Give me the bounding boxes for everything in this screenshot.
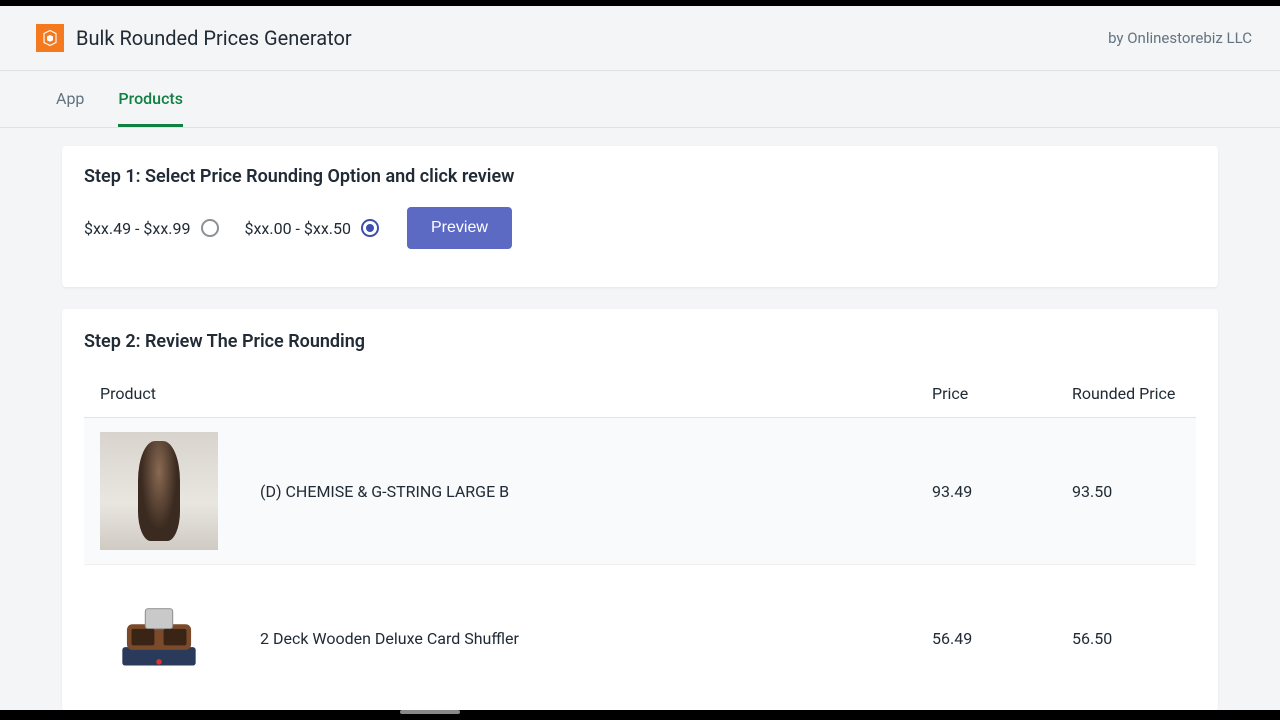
col-header-name-spacer bbox=[244, 372, 916, 418]
product-name: (D) CHEMISE & G-STRING LARGE B bbox=[244, 418, 916, 565]
tab-products[interactable]: Products bbox=[118, 71, 183, 127]
option-a-label: $xx.49 - $xx.99 bbox=[84, 219, 191, 238]
rounding-options-row: $xx.49 - $xx.99 $xx.00 - $xx.50 Preview bbox=[84, 207, 1196, 249]
main-content: Step 1: Select Price Rounding Option and… bbox=[0, 128, 1280, 711]
table-row[interactable]: 2 Deck Wooden Deluxe Card Shuffler 56.49… bbox=[84, 565, 1196, 712]
product-price: 93.49 bbox=[916, 418, 1056, 565]
preview-button[interactable]: Preview bbox=[407, 207, 512, 249]
scrollbar-horizontal-icon[interactable] bbox=[400, 710, 460, 714]
tab-app[interactable]: App bbox=[56, 71, 84, 127]
option-b-label: $xx.00 - $xx.50 bbox=[245, 219, 352, 238]
product-image-icon bbox=[100, 432, 218, 550]
product-name: 2 Deck Wooden Deluxe Card Shuffler bbox=[244, 565, 916, 712]
app-header: Bulk Rounded Prices Generator by Onlines… bbox=[0, 6, 1280, 71]
step2-title: Step 2: Review The Price Rounding bbox=[84, 331, 1196, 352]
col-header-price: Price bbox=[916, 372, 1056, 418]
step1-card: Step 1: Select Price Rounding Option and… bbox=[62, 146, 1218, 287]
app-logo-icon bbox=[36, 24, 64, 52]
col-header-rounded: Rounded Price bbox=[1056, 372, 1196, 418]
tab-bar: App Products bbox=[0, 71, 1280, 128]
product-thumb-cell bbox=[84, 418, 244, 565]
window-bottom-border bbox=[0, 710, 1280, 720]
header-left: Bulk Rounded Prices Generator bbox=[36, 24, 352, 52]
option-b-radio[interactable] bbox=[361, 219, 379, 237]
product-rounded-price: 56.50 bbox=[1056, 565, 1196, 712]
app-title: Bulk Rounded Prices Generator bbox=[76, 26, 352, 50]
product-price: 56.49 bbox=[916, 565, 1056, 712]
product-image-icon bbox=[100, 579, 218, 697]
step2-card: Step 2: Review The Price Rounding Produc… bbox=[62, 309, 1218, 711]
option-a-radio[interactable] bbox=[201, 219, 219, 237]
col-header-product: Product bbox=[84, 372, 244, 418]
product-rounded-price: 93.50 bbox=[1056, 418, 1196, 565]
app-byline: by Onlinestorebiz LLC bbox=[1108, 29, 1260, 47]
price-table: Product Price Rounded Price (D) CHEMISE … bbox=[84, 372, 1196, 711]
product-thumb-cell bbox=[84, 565, 244, 712]
table-row[interactable]: (D) CHEMISE & G-STRING LARGE B 93.49 93.… bbox=[84, 418, 1196, 565]
step1-title: Step 1: Select Price Rounding Option and… bbox=[84, 166, 1196, 187]
